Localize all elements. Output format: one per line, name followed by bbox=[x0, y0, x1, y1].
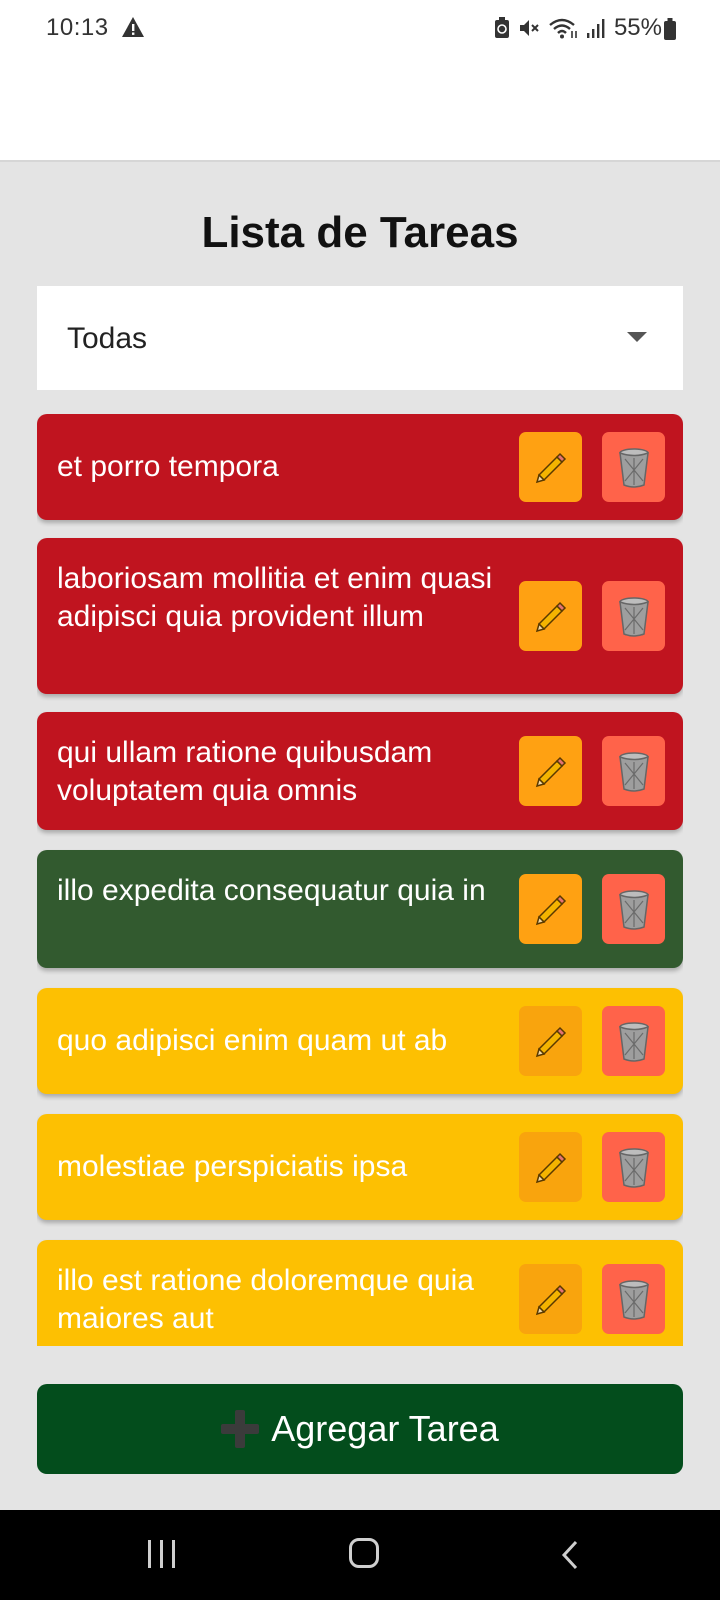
page-title: Lista de Tareas bbox=[201, 208, 519, 257]
edit-task-button[interactable] bbox=[519, 1132, 582, 1202]
task-item: illo expedita consequatur quia in bbox=[37, 850, 683, 968]
warning-icon bbox=[122, 17, 144, 37]
status-bar: 10:13 55% bbox=[0, 0, 720, 60]
app-header bbox=[0, 60, 720, 162]
task-text: illo expedita consequatur quia in bbox=[57, 874, 486, 907]
task-text: qui ullam ratione quibusdam voluptatem q… bbox=[57, 736, 433, 807]
battery-saver-icon bbox=[494, 17, 509, 38]
status-icons: 55% bbox=[494, 14, 662, 42]
edit-task-button[interactable] bbox=[519, 874, 582, 944]
delete-task-button[interactable] bbox=[602, 874, 665, 944]
add-task-button[interactable]: Agregar Tarea bbox=[37, 1384, 683, 1474]
task-list[interactable]: et porro tempora laboriosam mollitia et … bbox=[37, 414, 683, 1346]
task-item: molestiae perspiciatis ipsa bbox=[37, 1114, 683, 1220]
battery-icon bbox=[664, 18, 676, 40]
task-item: laboriosam mollitia et enim quasi adipis… bbox=[37, 538, 683, 694]
pencil-icon bbox=[535, 1284, 566, 1316]
signal-icon bbox=[586, 19, 605, 38]
task-item: illo est ratione doloremque quia maiores… bbox=[37, 1240, 683, 1346]
pencil-icon bbox=[535, 756, 566, 788]
task-text: laboriosam mollitia et enim quasi adipis… bbox=[57, 562, 493, 633]
pencil-icon bbox=[535, 1152, 566, 1184]
task-item: et porro tempora bbox=[37, 414, 683, 520]
edit-task-button[interactable] bbox=[519, 1006, 582, 1076]
delete-task-button[interactable] bbox=[602, 1006, 665, 1076]
task-item: quo adipisci enim quam ut ab bbox=[37, 988, 683, 1094]
system-nav-bar bbox=[0, 1510, 720, 1600]
pencil-icon bbox=[535, 452, 566, 484]
task-text: molestiae perspiciatis ipsa bbox=[57, 1150, 408, 1183]
pencil-icon bbox=[535, 601, 566, 633]
trash-icon bbox=[618, 448, 649, 488]
trash-icon bbox=[618, 597, 649, 637]
delete-task-button[interactable] bbox=[602, 432, 665, 502]
mute-icon bbox=[519, 20, 539, 36]
filter-dropdown[interactable]: Todas bbox=[37, 286, 683, 390]
plus-icon bbox=[221, 1410, 260, 1448]
trash-icon bbox=[618, 1280, 649, 1320]
filter-selected-value: Todas bbox=[67, 322, 148, 355]
delete-task-button[interactable] bbox=[602, 1132, 665, 1202]
edit-task-button[interactable] bbox=[519, 736, 582, 806]
edit-task-button[interactable] bbox=[519, 1264, 582, 1334]
wifi-icon bbox=[549, 18, 577, 39]
battery-percent: 55% bbox=[613, 14, 662, 41]
task-item: qui ullam ratione quibusdam voluptatem q… bbox=[37, 712, 683, 830]
caret-down-icon bbox=[627, 332, 647, 342]
back-icon[interactable] bbox=[556, 1540, 584, 1570]
edit-task-button[interactable] bbox=[519, 432, 582, 502]
delete-task-button[interactable] bbox=[602, 581, 665, 651]
delete-task-button[interactable] bbox=[602, 736, 665, 806]
trash-icon bbox=[618, 1022, 649, 1062]
task-text: quo adipisci enim quam ut ab bbox=[57, 1024, 448, 1057]
delete-task-button[interactable] bbox=[602, 1264, 665, 1334]
trash-icon bbox=[618, 752, 649, 792]
add-task-label: Agregar Tarea bbox=[271, 1408, 499, 1449]
task-text: et porro tempora bbox=[57, 450, 279, 483]
status-time: 10:13 bbox=[46, 14, 109, 41]
home-icon[interactable] bbox=[349, 1538, 379, 1568]
trash-icon bbox=[618, 1148, 649, 1188]
pencil-icon bbox=[535, 894, 566, 926]
task-text: illo est ratione doloremque quia maiores… bbox=[57, 1264, 474, 1335]
edit-task-button[interactable] bbox=[519, 581, 582, 651]
trash-icon bbox=[618, 890, 649, 930]
pencil-icon bbox=[535, 1026, 566, 1058]
recent-apps-icon[interactable] bbox=[148, 1540, 178, 1568]
